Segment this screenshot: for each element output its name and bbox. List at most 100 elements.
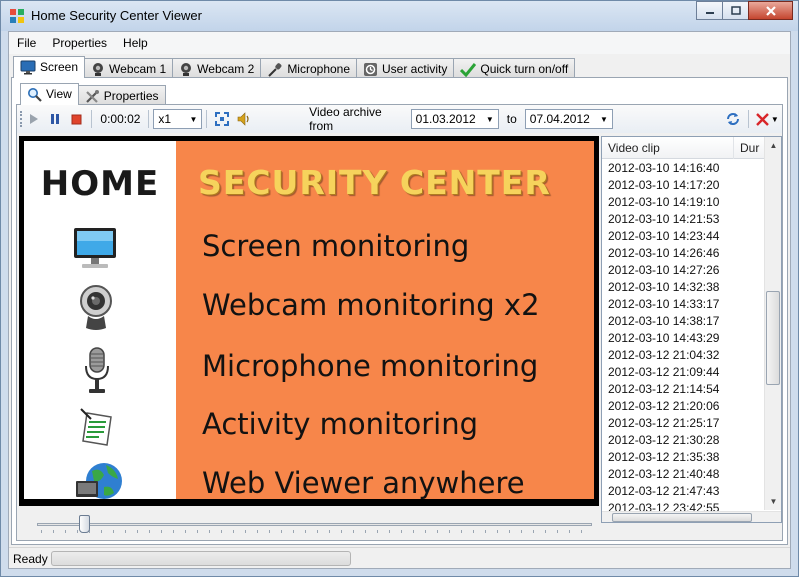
list-item[interactable]: 2012-03-12 21:47:43 (602, 483, 764, 500)
close-icon (765, 5, 776, 16)
tab-label: Microphone (287, 62, 351, 76)
screen-tab-panel: View Properties 0:00:02 x1 ▼ Video archi… (11, 77, 788, 545)
minimize-button[interactable] (696, 1, 723, 20)
scroll-thumb[interactable] (766, 291, 780, 385)
activity-icon (364, 63, 378, 76)
tab-webcam-1[interactable]: Webcam 1 (84, 58, 174, 78)
list-item[interactable]: 2012-03-12 21:30:28 (602, 432, 764, 449)
scroll-thumb[interactable] (612, 513, 752, 522)
list-item[interactable]: 2012-03-10 14:21:53 (602, 211, 764, 228)
stop-icon (71, 114, 82, 124)
tab-view[interactable]: View (20, 83, 79, 105)
maximize-icon (730, 6, 741, 15)
playback-toolbar: 0:00:02 x1 ▼ Video archive from 01.03.20… (17, 105, 782, 133)
speed-value: x1 (158, 112, 172, 126)
tab-webcam-2[interactable]: Webcam 2 (172, 58, 262, 78)
slider-track[interactable] (37, 523, 592, 526)
from-date-picker[interactable]: 01.03.2012 ▼ (410, 109, 499, 129)
volume-button[interactable] (233, 108, 254, 130)
stop-button[interactable] (66, 108, 87, 130)
tab-microphone[interactable]: Microphone (260, 58, 358, 78)
view-panel: 0:00:02 x1 ▼ Video archive from 01.03.20… (16, 104, 783, 541)
to-date-value: 07.04.2012 (529, 112, 590, 126)
minimize-icon (705, 11, 714, 14)
tab-user-activity[interactable]: User activity (356, 58, 455, 78)
refresh-icon (726, 113, 739, 125)
list-item[interactable]: 2012-03-10 14:26:46 (602, 245, 764, 262)
checkmark-icon (460, 63, 477, 77)
column-video-clip[interactable]: Video clip (602, 137, 734, 159)
scroll-up-icon[interactable]: ▲ (765, 137, 782, 154)
clip-rows: 2012-03-10 14:16:40 2012-03-10 14:17:20 20… (602, 160, 764, 512)
column-duration[interactable]: Dur (734, 137, 764, 159)
delete-button[interactable]: ▼ (753, 108, 782, 130)
menu-properties[interactable]: Properties (44, 32, 115, 54)
horizontal-scrollbar[interactable] (602, 511, 781, 522)
list-item[interactable]: 2012-03-12 21:09:44 (602, 364, 764, 381)
monitor-icon (20, 60, 36, 75)
list-item[interactable]: 2012-03-10 14:17:20 (602, 177, 764, 194)
refresh-button[interactable] (722, 108, 743, 130)
home-heading: HOME (40, 164, 160, 204)
play-icon (29, 114, 38, 124)
list-item[interactable]: 2012-03-12 21:35:38 (602, 449, 764, 466)
sub-tabs: View Properties (20, 83, 166, 105)
chevron-down-icon: ▼ (770, 114, 779, 124)
toolbar-separator (747, 110, 749, 128)
to-date-picker[interactable]: 07.04.2012 ▼ (524, 109, 613, 129)
archive-label: Video archive from (309, 105, 382, 133)
feature-web-viewer: Web Viewer anywhere (202, 466, 525, 499)
video-player[interactable]: HOME SECURITY CENTER Screen monitoring W… (19, 136, 599, 506)
list-item[interactable]: 2012-03-10 14:19:10 (602, 194, 764, 211)
speed-select[interactable]: x1 ▼ (153, 109, 203, 129)
client-area: File Properties Help Screen Webcam 1 Web… (8, 31, 791, 569)
maximize-button[interactable] (722, 1, 749, 20)
list-item[interactable]: 2012-03-10 14:32:38 (602, 279, 764, 296)
pause-icon (51, 114, 60, 124)
list-item[interactable]: 2012-03-12 21:04:32 (602, 347, 764, 364)
tab-quick-turn[interactable]: Quick turn on/off (453, 58, 576, 78)
vertical-scrollbar[interactable]: ▲ ▼ (764, 137, 781, 510)
toolbar-separator (206, 110, 208, 128)
to-label: to (506, 112, 517, 126)
list-item[interactable]: 2012-03-12 21:25:17 (602, 415, 764, 432)
fullscreen-button[interactable] (211, 108, 232, 130)
pause-button[interactable] (44, 108, 65, 130)
list-item[interactable]: 2012-03-12 21:40:48 (602, 466, 764, 483)
playback-time: 0:00:02 (100, 112, 141, 126)
video-left-column: HOME (24, 141, 176, 499)
tab-screen[interactable]: Screen (13, 56, 86, 78)
list-item[interactable]: 2012-03-10 14:23:44 (602, 228, 764, 245)
webcam-icon (181, 63, 192, 76)
scroll-down-icon[interactable]: ▼ (765, 493, 782, 510)
timeline-slider[interactable] (19, 507, 599, 539)
play-button[interactable] (23, 108, 44, 130)
list-item[interactable]: 2012-03-10 14:38:17 (602, 313, 764, 330)
status-progress-bar (51, 551, 351, 566)
list-header: Video clip Dur (602, 137, 764, 159)
video-clip-list[interactable]: Video clip Dur 2012-03-10 14:16:40 2012-0… (601, 136, 782, 523)
list-item[interactable]: 2012-03-12 21:14:54 (602, 381, 764, 398)
security-center-title: SECURITY CENTER (198, 163, 551, 202)
window-title: Home Security Center Viewer (31, 8, 202, 23)
close-button[interactable] (748, 1, 793, 20)
list-item[interactable]: 2012-03-12 21:20:06 (602, 398, 764, 415)
toolbar-separator (148, 110, 150, 128)
menu-help[interactable]: Help (115, 32, 156, 54)
feature-screen-monitoring: Screen monitoring (202, 229, 470, 263)
list-item[interactable]: 2012-03-10 14:16:40 (602, 160, 764, 177)
delete-icon (756, 112, 769, 126)
menu-file[interactable]: File (9, 32, 44, 54)
list-item[interactable]: 2012-03-10 14:27:26 (602, 262, 764, 279)
list-item[interactable]: 2012-03-10 14:33:17 (602, 296, 764, 313)
from-date-value: 01.03.2012 (415, 112, 476, 126)
feature-activity-monitoring: Activity monitoring (202, 407, 478, 441)
webcam-icon (93, 63, 104, 76)
tab-label: Quick turn on/off (480, 62, 569, 76)
slider-thumb[interactable] (79, 515, 90, 533)
list-item[interactable]: 2012-03-10 14:43:29 (602, 330, 764, 347)
tab-label: Webcam 2 (197, 62, 255, 76)
tab-properties[interactable]: Properties (77, 85, 166, 105)
title-bar[interactable]: Home Security Center Viewer (1, 1, 798, 31)
monitor-icon (74, 228, 116, 268)
